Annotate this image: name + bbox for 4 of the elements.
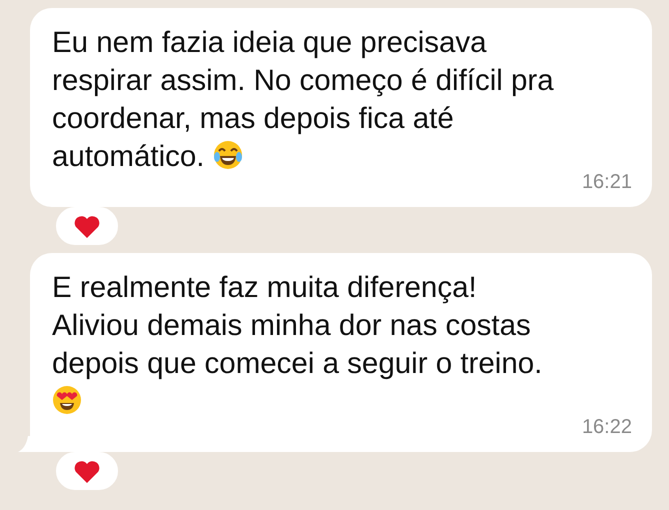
message-text: Eu nem fazia ideia que precisava respirar assim. No começo é difícil pra coordenar, mas depois fica até automático.	[52, 26, 554, 173]
message-time: 16:21	[582, 171, 632, 194]
message-time: 16:22	[582, 416, 632, 439]
message-text: E realmente faz muita diferença! Aliviou demais minha dor nas costas depois que comecei a seguir o treino.	[52, 271, 542, 380]
